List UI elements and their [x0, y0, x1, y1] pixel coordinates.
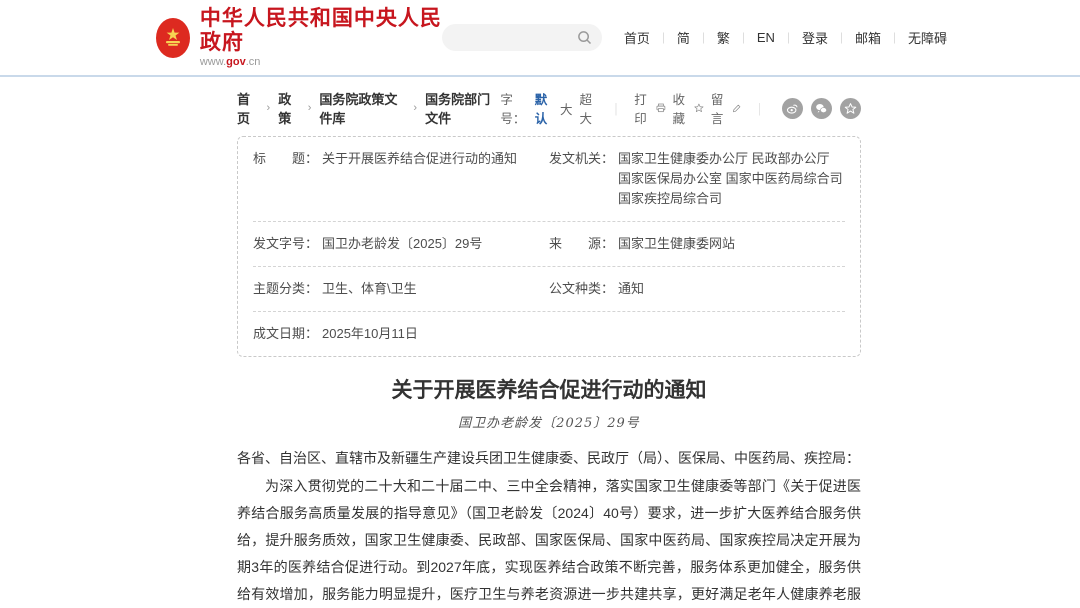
meta-row: 发文字号： 国卫办老龄发〔2025〕29号 来 源： 国家卫生健康委网站: [253, 221, 845, 266]
search-icon[interactable]: [577, 30, 592, 45]
meta-date-value: 2025年10月11日: [322, 324, 418, 344]
site-url: www.gov.cn: [200, 55, 442, 69]
printer-icon: [656, 101, 666, 115]
meta-category-value: 卫生、体育\卫生: [322, 279, 417, 299]
print-button[interactable]: 打印: [634, 89, 665, 127]
nav-home[interactable]: 首页: [624, 28, 650, 47]
font-size-label: 字号：: [500, 89, 527, 127]
nav-traditional[interactable]: 繁: [717, 28, 730, 47]
weibo-share-icon[interactable]: [782, 98, 803, 119]
nav-simplified[interactable]: 简: [677, 28, 690, 47]
gov-logo[interactable]: 中华人民共和国中央人民政府 www.gov.cn: [156, 7, 442, 69]
font-size-large-button[interactable]: 大: [560, 99, 573, 118]
meta-source-label: 来 源：: [549, 234, 614, 254]
breadcrumb-policy[interactable]: 政策: [278, 89, 300, 127]
breadcrumb: 首页 › 政策 › 国务院政策文件库 › 国务院部门文件: [237, 89, 500, 127]
document-body: 各省、自治区、直辖市及新疆生产建设兵团卫生健康委、民政厅（局）、医保局、中医药局…: [237, 445, 861, 608]
search-box[interactable]: [442, 24, 602, 51]
font-size-default-button[interactable]: 默认: [535, 89, 553, 127]
top-nav: 首页 ｜ 简 ｜ 繁 ｜ EN ｜ 登录 ｜ 邮箱 ｜ 无障碍: [624, 28, 947, 47]
doc-toolbar: 字号： 默认 大 超大 ｜ 打印 收藏 留言: [500, 89, 861, 127]
favorite-share-icon[interactable]: [840, 98, 861, 119]
meta-row: 成文日期： 2025年10月11日: [253, 311, 845, 356]
national-emblem-icon: [156, 18, 190, 58]
meta-doctype-value: 通知: [618, 279, 644, 299]
site-title: 中华人民共和国中央人民政府: [200, 7, 442, 55]
meta-row: 主题分类： 卫生、体育\卫生 公文种类： 通知: [253, 266, 845, 311]
meta-docno-label: 发文字号：: [253, 234, 318, 254]
meta-title-value: 关于开展医养结合促进行动的通知: [322, 149, 517, 209]
meta-source-value: 国家卫生健康委网站: [618, 234, 735, 254]
breadcrumb-dept-docs[interactable]: 国务院部门文件: [425, 89, 500, 127]
meta-title-label: 标 题：: [253, 149, 318, 209]
font-size-xlarge-button[interactable]: 超大: [579, 89, 597, 127]
nav-english[interactable]: EN: [757, 30, 775, 45]
favorite-button[interactable]: 收藏: [673, 89, 704, 127]
nav-mail[interactable]: 邮箱: [855, 28, 881, 47]
meta-issuer-label: 发文机关：: [549, 149, 614, 209]
breadcrumb-policy-library[interactable]: 国务院政策文件库: [319, 89, 405, 127]
meta-row: 标 题： 关于开展医养结合促进行动的通知 发文机关： 国家卫生健康委办公厅 民政…: [253, 137, 845, 221]
site-header: 中华人民共和国中央人民政府 www.gov.cn 首页 ｜ 简 ｜ 繁 ｜ EN…: [0, 0, 1080, 77]
meta-date-label: 成文日期：: [253, 324, 318, 344]
document-meta-box: 标 题： 关于开展医养结合促进行动的通知 发文机关： 国家卫生健康委办公厅 民政…: [237, 136, 861, 357]
star-icon: [694, 101, 704, 115]
nav-accessibility[interactable]: 无障碍: [908, 28, 947, 47]
meta-docno-value: 国卫办老龄发〔2025〕29号: [322, 234, 482, 254]
meta-category-label: 主题分类：: [253, 279, 318, 299]
document-number: 国卫办老龄发〔2025〕29号: [237, 412, 861, 431]
intro-paragraph: 为深入贯彻党的二十大和二十届二中、三中全会精神，落实国家卫生健康委等部门《关于促…: [237, 473, 861, 608]
breadcrumb-home[interactable]: 首页: [237, 89, 259, 127]
search-input[interactable]: [452, 31, 577, 45]
nav-login[interactable]: 登录: [802, 28, 828, 47]
share-icons: [782, 98, 861, 119]
meta-doctype-label: 公文种类：: [549, 279, 614, 299]
pencil-icon: [732, 102, 741, 115]
meta-issuer-value: 国家卫生健康委办公厅 民政部办公厅 国家医保局办公室 国家中医药局综合司 国家疾…: [618, 149, 845, 209]
document-title: 关于开展医养结合促进行动的通知: [237, 374, 861, 404]
comment-button[interactable]: 留言: [711, 89, 742, 127]
salutation: 各省、自治区、直辖市及新疆生产建设兵团卫生健康委、民政厅（局）、医保局、中医药局…: [237, 445, 861, 472]
wechat-share-icon[interactable]: [811, 98, 832, 119]
